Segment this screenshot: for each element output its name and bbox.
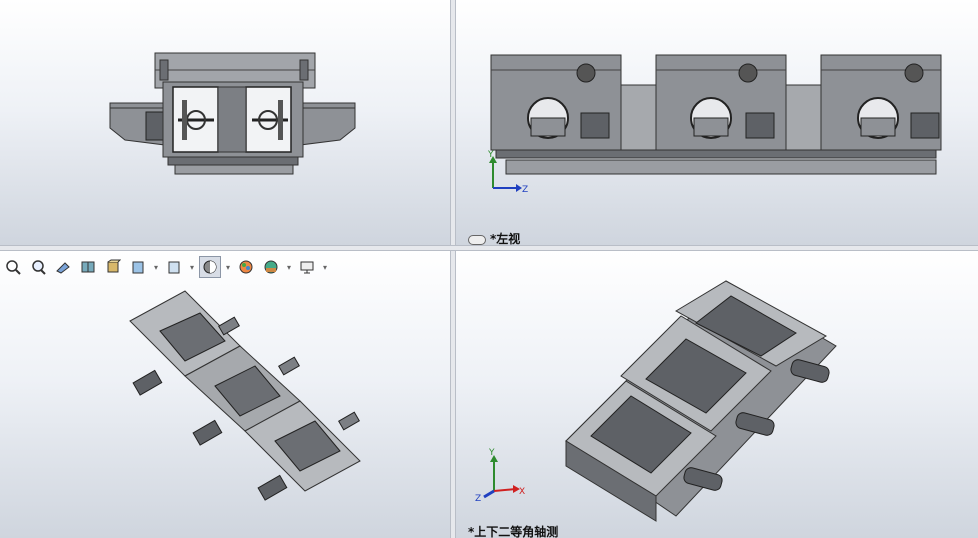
viewport-front[interactable] bbox=[0, 0, 450, 245]
viewport-isometric-left[interactable] bbox=[0, 251, 450, 538]
section-view-button[interactable] bbox=[77, 256, 99, 278]
axis-z-label: Z bbox=[522, 185, 528, 195]
display-style-dropdown[interactable]: ▾ bbox=[152, 263, 160, 272]
hide-show-items-icon bbox=[168, 261, 180, 274]
section-view-icon bbox=[81, 261, 95, 273]
view-orientation-button[interactable] bbox=[102, 256, 124, 278]
hopper-unit-2 bbox=[655, 54, 787, 151]
zoom-area-icon bbox=[32, 260, 46, 275]
heads-up-view-toolbar: ▾ ▾ ▾ ▾ ▾ bbox=[0, 253, 329, 281]
link-icon bbox=[468, 234, 486, 245]
hopper-unit-1 bbox=[490, 54, 622, 151]
zoom-area-button[interactable] bbox=[27, 256, 49, 278]
view-orientation-icon bbox=[107, 259, 121, 273]
axis-x-label: X bbox=[519, 487, 525, 497]
axis-y-label: Y bbox=[488, 448, 495, 458]
viewport-splitter-vertical[interactable] bbox=[450, 0, 456, 538]
viewport-trimetric[interactable]: Y X Z *上下二等角轴测 bbox=[456, 251, 978, 538]
view-name-left: *左视 bbox=[468, 230, 520, 245]
display-style-icon bbox=[132, 261, 144, 274]
viewport-splitter-horizontal[interactable] bbox=[0, 245, 978, 251]
trimetric-model: Y X Z bbox=[475, 280, 837, 522]
view-settings-dropdown[interactable]: ▾ bbox=[321, 263, 329, 272]
previous-view-icon bbox=[56, 262, 70, 274]
edit-appearance-icon bbox=[203, 260, 217, 274]
apply-scene-button[interactable] bbox=[235, 256, 257, 278]
hide-show-items-button[interactable] bbox=[163, 256, 185, 278]
display-style-button[interactable] bbox=[127, 256, 149, 278]
zoom-to-fit-button[interactable] bbox=[2, 256, 24, 278]
hide-show-dropdown[interactable]: ▾ bbox=[188, 263, 196, 272]
scene-dropdown[interactable]: ▾ bbox=[285, 263, 293, 272]
previous-view-button[interactable] bbox=[52, 256, 74, 278]
edit-appearance-button[interactable] bbox=[199, 256, 221, 278]
hopper-unit-3 bbox=[820, 54, 942, 151]
axis-z-label: Z bbox=[475, 494, 481, 504]
scene-icon bbox=[264, 260, 278, 274]
view-settings-icon bbox=[300, 261, 314, 274]
view-settings-button[interactable] bbox=[296, 256, 318, 278]
isometric-model-small bbox=[129, 290, 361, 501]
left-view-model: Y Z bbox=[487, 54, 942, 195]
scene-button[interactable] bbox=[260, 256, 282, 278]
view-name-trimetric: *上下二等角轴测 bbox=[468, 525, 559, 538]
viewport-left-view[interactable]: Y Z *左视 bbox=[456, 0, 978, 245]
axis-triad bbox=[483, 455, 520, 499]
apply-scene-icon bbox=[239, 260, 253, 274]
appearance-dropdown[interactable]: ▾ bbox=[224, 263, 232, 272]
front-view-model bbox=[109, 52, 356, 175]
axis-y-label: Y bbox=[487, 150, 494, 160]
zoom-to-fit-icon bbox=[6, 260, 21, 275]
